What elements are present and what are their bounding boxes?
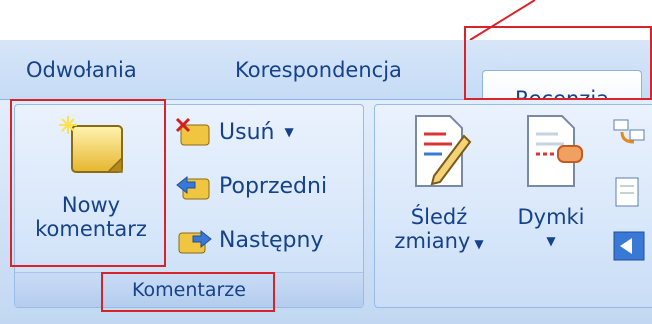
- next-comment-button[interactable]: Następny: [175, 225, 324, 255]
- balloons-button[interactable]: Dymki ▼: [506, 112, 596, 253]
- delete-comment-button[interactable]: Usuń ▼: [175, 117, 294, 147]
- delete-comment-label: Usuń: [219, 119, 275, 145]
- track-changes-label-line2: zmiany ▼: [394, 229, 484, 253]
- track-changes-button[interactable]: Śledź zmiany ▼: [384, 112, 494, 256]
- ribbon-tabstrip: Odwołania Korespondencja Recenzja: [0, 40, 652, 140]
- new-comment-button[interactable]: Nowy komentarz: [18, 112, 164, 241]
- new-comment-label-line2: komentarz: [35, 217, 147, 241]
- next-comment-icon: [178, 229, 212, 254]
- new-comment-label-line1: Nowy: [61, 193, 121, 217]
- tab-mailings[interactable]: Korespondencja: [235, 58, 402, 82]
- group-label-comments: Komentarze: [15, 272, 363, 307]
- new-comment-icon: [59, 116, 123, 173]
- delete-comment-icon: [175, 117, 210, 146]
- balloons-label: Dymki: [517, 205, 585, 229]
- track-changes-label-line1: Śledź: [410, 205, 468, 229]
- next-comment-label: Następny: [219, 227, 324, 253]
- balloons-icon: [527, 115, 583, 187]
- track-changes-icon: [415, 115, 472, 187]
- cut-off-icons-column: [608, 116, 652, 276]
- chevron-down-icon: ▼: [284, 125, 294, 139]
- previous-comment-label: Poprzedni: [219, 173, 328, 199]
- chevron-down-icon: ▼: [546, 234, 556, 248]
- tab-references[interactable]: Odwołania: [26, 58, 137, 82]
- partial-toolbar-icons: [613, 119, 645, 261]
- previous-comment-icon: [176, 175, 210, 200]
- chevron-down-icon: ▼: [474, 237, 484, 251]
- previous-comment-button[interactable]: Poprzedni: [175, 171, 327, 201]
